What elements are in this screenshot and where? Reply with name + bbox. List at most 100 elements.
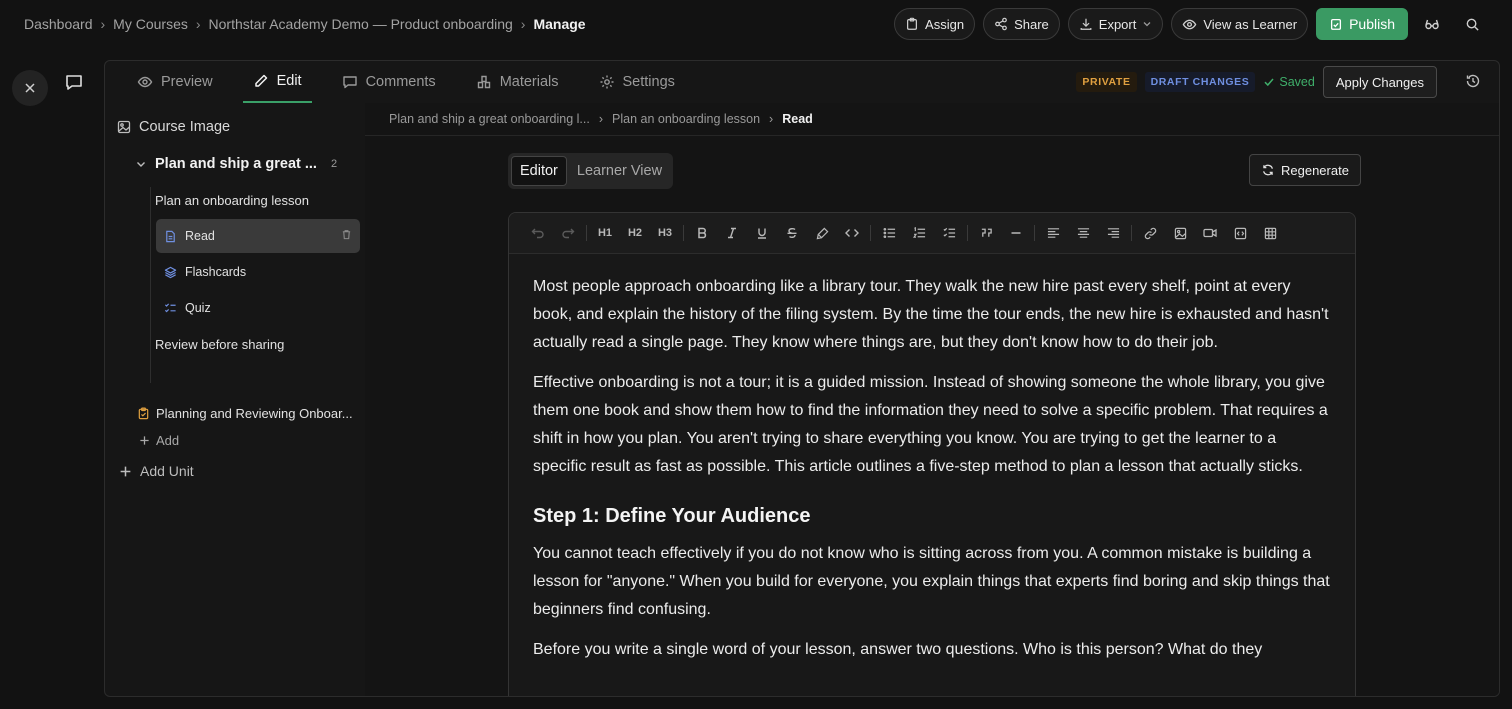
paragraph: Before you write a single word of your l… [533,641,1263,658]
pencil-icon [253,73,269,89]
breadcrumb-dashboard[interactable]: Dashboard [24,16,93,32]
chevron-right-icon: › [520,16,526,32]
saved-label: Saved [1279,75,1315,89]
chat-icon [64,72,88,92]
toolbar-divider [967,225,968,241]
italic-icon[interactable] [717,218,747,248]
saved-indicator: Saved [1263,75,1315,89]
view-as-learner-label: View as Learner [1203,16,1298,32]
paragraph: Effective onboarding is not a tour; it i… [533,374,1328,475]
tree-line [150,187,151,383]
bullet-list-icon[interactable] [874,218,904,248]
course-outline-sidebar: Course Image Plan and ship a great ... 2… [105,103,365,696]
unit-item[interactable]: Plan and ship a great ... 2 [135,156,337,172]
plus-icon [139,435,150,446]
refresh-icon [1261,163,1275,177]
article-content[interactable]: Most people approach onboarding like a l… [533,273,1333,676]
unit-count: 2 [330,158,338,170]
read-label: Read [185,229,215,243]
unit-title: Plan and ship a great ... [155,156,317,172]
export-button[interactable]: Export [1067,8,1164,40]
tab-comments[interactable]: Comments [332,61,446,103]
glasses-button[interactable] [1416,8,1448,40]
link-icon[interactable] [1135,218,1165,248]
add-unit-button[interactable]: Add Unit [119,463,194,479]
add-button[interactable]: Add [139,433,179,448]
content-breadcrumb-unit[interactable]: Plan and ship a great onboarding l... [389,112,590,126]
lesson-item-read[interactable]: Read [156,219,360,253]
chat-button[interactable] [64,72,88,96]
add-label: Add [156,433,180,448]
tab-materials[interactable]: Materials [466,61,569,103]
image-icon[interactable] [1165,218,1195,248]
lesson-item[interactable]: Review before sharing [155,337,284,352]
quote-icon[interactable] [971,218,1001,248]
toolbar-divider [1034,225,1035,241]
trash-icon[interactable] [341,229,352,240]
assign-button[interactable]: Assign [894,8,976,40]
highlighter-icon[interactable] [807,218,837,248]
flashcards-label: Flashcards [185,265,247,279]
close-button[interactable] [12,70,48,106]
course-image-item[interactable]: Course Image [117,119,230,135]
publish-button[interactable]: Publish [1316,8,1408,40]
content-breadcrumb: Plan and ship a great onboarding l... › … [365,103,1499,136]
share-label: Share [1014,16,1049,32]
heading-3-icon[interactable]: H3 [650,218,680,248]
view-as-learner-button[interactable]: View as Learner [1171,8,1309,40]
numbered-list-icon[interactable] [904,218,934,248]
private-badge: PRIVATE [1076,72,1137,92]
video-icon[interactable] [1195,218,1225,248]
tab-preview[interactable]: Preview [127,61,223,103]
tab-comments-label: Comments [365,74,436,90]
course-image-label: Course Image [139,119,231,135]
strikethrough-icon[interactable] [777,218,807,248]
tab-settings-label: Settings [622,74,675,90]
heading-1-icon[interactable]: H1 [590,218,620,248]
editor-toggle[interactable]: Editor [511,156,567,186]
underline-icon[interactable] [747,218,777,248]
section-heading: Step 1: Define Your Audience [533,505,811,527]
table-icon[interactable] [1255,218,1285,248]
breadcrumb-course[interactable]: Northstar Academy Demo — Product onboard… [209,16,513,32]
tab-preview-label: Preview [161,74,213,90]
assessment-item[interactable]: Planning and Reviewing Onboar... [137,406,353,421]
bold-icon[interactable] [687,218,717,248]
lesson-item-quiz[interactable]: Quiz [156,291,360,325]
toolbar-divider [1131,225,1132,241]
quiz-label: Quiz [185,301,211,315]
share-icon [994,17,1008,31]
breadcrumb-current: Manage [533,16,586,32]
materials-icon [476,74,492,90]
add-unit-label: Add Unit [140,463,194,479]
breadcrumb-my-courses[interactable]: My Courses [113,16,188,32]
chevron-right-icon: › [769,112,774,126]
horizontal-rule-icon[interactable] [1001,218,1031,248]
lesson-item[interactable]: Plan an onboarding lesson [155,193,309,208]
undo-icon[interactable] [523,218,553,248]
align-left-icon[interactable] [1038,218,1068,248]
align-center-icon[interactable] [1068,218,1098,248]
redo-icon[interactable] [553,218,583,248]
rich-text-editor[interactable]: H1 H2 H3 Most people approach onboarding… [508,212,1356,696]
code-icon[interactable] [837,218,867,248]
tab-settings[interactable]: Settings [589,61,685,103]
heading-2-icon[interactable]: H2 [620,218,650,248]
content-breadcrumb-lesson[interactable]: Plan an onboarding lesson [612,112,760,126]
align-right-icon[interactable] [1098,218,1128,248]
publish-label: Publish [1349,16,1395,32]
learner-view-toggle[interactable]: Learner View [569,156,670,186]
embed-icon[interactable] [1225,218,1255,248]
chevron-right-icon: › [100,16,106,32]
search-button[interactable] [1456,8,1488,40]
apply-changes-button[interactable]: Apply Changes [1322,66,1437,98]
regenerate-button[interactable]: Regenerate [1249,154,1361,186]
task-list-icon[interactable] [934,218,964,248]
search-icon [1465,17,1480,32]
lesson-item-flashcards[interactable]: Flashcards [156,255,360,289]
share-button[interactable]: Share [983,8,1060,40]
tab-edit[interactable]: Edit [242,61,312,103]
content-breadcrumb-current: Read [782,112,813,126]
clipboard-icon [905,17,919,31]
history-button[interactable] [1465,73,1481,89]
